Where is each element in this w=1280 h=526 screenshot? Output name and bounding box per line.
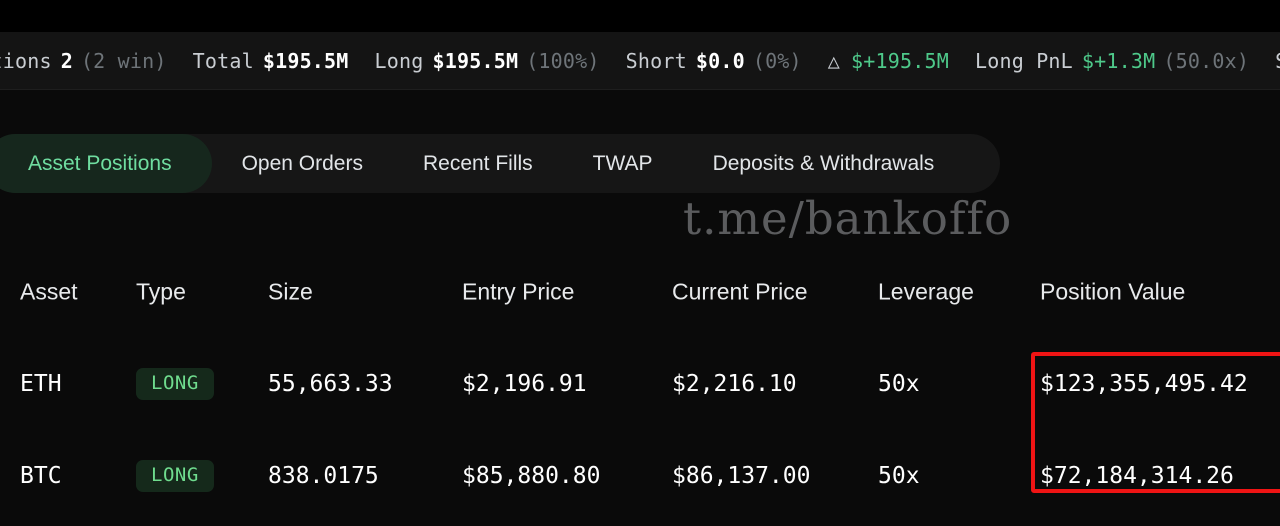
stat-positions: sitions 2 (2 win) — [0, 49, 167, 73]
stat-long-pnl-value: $+1.3M — [1081, 48, 1156, 73]
stat-long: Long $195.5M (100%) — [375, 49, 600, 73]
tab-deposits-withdrawals-label: Deposits & Withdrawals — [712, 151, 935, 175]
tab-asset-positions[interactable]: Asset Positions — [0, 134, 212, 193]
cell-asset: ETH — [20, 371, 62, 397]
tab-open-orders[interactable]: Open Orders — [212, 134, 393, 193]
cell-current-price: $86,137.00 — [672, 463, 811, 489]
stat-total: Total $195.5M — [193, 49, 349, 73]
table-row[interactable]: ETH LONG 55,663.33 $2,196.91 $2,216.10 5… — [0, 338, 1280, 430]
stat-delta-value: $+195.5M — [851, 48, 949, 73]
header-position-value: Position Value — [1040, 278, 1186, 305]
stat-long-label: Long — [374, 48, 424, 73]
cell-entry-price: $85,880.80 — [462, 463, 601, 489]
header-entry-price: Entry Price — [462, 278, 575, 305]
stat-delta: △ $+195.5M — [828, 49, 949, 73]
table-row[interactable]: BTC LONG 838.0175 $85,880.80 $86,137.00 … — [0, 430, 1280, 522]
stat-short: Short $0.0 (0%) — [626, 49, 802, 73]
trading-positions-screen: sitions 2 (2 win) Total $195.5M Long $19… — [0, 0, 1280, 526]
cell-asset: BTC — [20, 463, 62, 489]
header-leverage: Leverage — [878, 278, 974, 305]
stat-positions-value: 2 — [60, 48, 73, 73]
stat-long-pnl: Long PnL $+1.3M (50.0x) — [975, 49, 1249, 73]
stat-short-pnl-truncated: Sh — [1275, 49, 1280, 73]
top-black-band — [0, 0, 1280, 32]
stat-short-value: $0.0 — [695, 48, 745, 73]
cell-entry-price: $2,196.91 — [462, 371, 587, 397]
stat-short-sub: (0%) — [752, 48, 802, 73]
cell-size: 55,663.33 — [268, 371, 393, 397]
asset-positions-table: Asset Type Size Entry Price Current Pric… — [0, 246, 1280, 522]
cell-position-value: $123,355,495.42 — [1040, 371, 1248, 397]
cell-current-price: $2,216.10 — [672, 371, 797, 397]
positions-tab-bar: Asset Positions Open Orders Recent Fills… — [0, 134, 1000, 193]
tab-deposits-withdrawals[interactable]: Deposits & Withdrawals — [683, 134, 965, 193]
stat-total-label: Total — [192, 48, 254, 73]
cell-leverage: 50x — [878, 371, 920, 397]
positions-summary-bar: sitions 2 (2 win) Total $195.5M Long $19… — [0, 32, 1280, 90]
header-asset: Asset — [20, 278, 78, 305]
cell-position-value: $72,184,314.26 — [1040, 463, 1234, 489]
tab-recent-fills-label: Recent Fills — [422, 151, 533, 175]
tab-twap[interactable]: TWAP — [563, 134, 683, 193]
stat-short-label: Short — [625, 48, 687, 73]
stat-long-pnl-sub: (50.0x) — [1163, 48, 1250, 73]
cell-size: 838.0175 — [268, 463, 379, 489]
cell-type: LONG — [136, 368, 214, 400]
channel-watermark: t.me/bankoffo — [683, 192, 1013, 245]
cell-type: LONG — [136, 460, 214, 492]
stat-positions-label: sitions — [0, 48, 52, 73]
table-header-row: Asset Type Size Entry Price Current Pric… — [0, 246, 1280, 338]
stat-long-value: $195.5M — [432, 48, 519, 73]
cell-leverage: 50x — [878, 463, 920, 489]
tab-recent-fills[interactable]: Recent Fills — [393, 134, 563, 193]
tab-open-orders-label: Open Orders — [241, 151, 363, 175]
stat-short-pnl-label: Sh — [1275, 49, 1280, 73]
header-type: Type — [136, 278, 186, 305]
delta-triangle-icon: △ — [827, 48, 841, 73]
tab-asset-positions-label: Asset Positions — [28, 151, 172, 175]
tab-twap-label: TWAP — [592, 151, 653, 175]
stat-long-sub: (100%) — [526, 48, 600, 73]
status-badge: LONG — [136, 460, 214, 492]
header-current-price: Current Price — [672, 278, 808, 305]
stat-total-value: $195.5M — [262, 48, 349, 73]
stat-positions-sub: (2 win) — [80, 48, 167, 73]
stat-long-pnl-label: Long PnL — [974, 48, 1073, 73]
header-size: Size — [268, 278, 313, 305]
status-badge: LONG — [136, 368, 214, 400]
